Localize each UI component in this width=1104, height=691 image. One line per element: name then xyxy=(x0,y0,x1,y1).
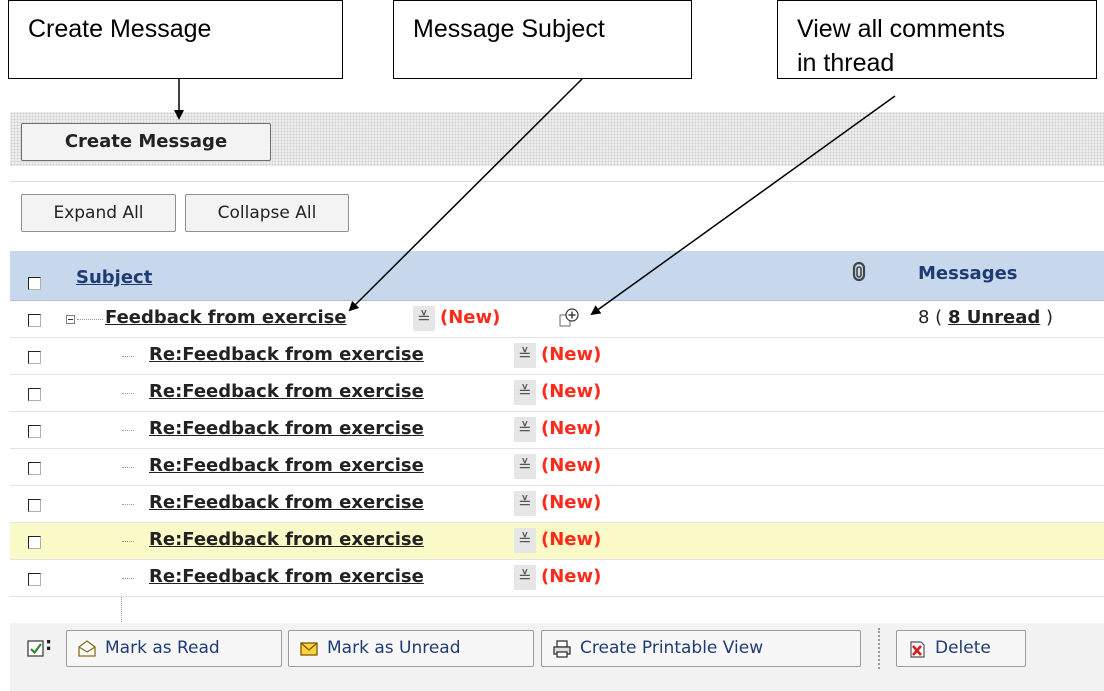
tree-connector xyxy=(122,541,134,542)
create-message-button[interactable]: Create Message xyxy=(21,123,271,161)
callout-create-message: Create Message xyxy=(8,0,343,79)
reply-subject-link[interactable]: Re:Feedback from exercise xyxy=(149,492,424,513)
thread-subject-link[interactable]: Feedback from exercise xyxy=(105,307,347,328)
reply-subject-link[interactable]: Re:Feedback from exercise xyxy=(149,529,424,550)
tree-connector xyxy=(122,393,134,394)
new-tag: (New) xyxy=(541,529,602,550)
tree-connector xyxy=(122,504,134,505)
printer-icon xyxy=(553,640,571,658)
count-prefix: 8 ( xyxy=(918,307,943,328)
mark-as-read-label: Mark as Read xyxy=(105,638,220,658)
subject-column-header[interactable]: Subject xyxy=(76,267,152,288)
table-header: Subject Messages xyxy=(10,251,1104,301)
select-all-checkbox[interactable] xyxy=(28,277,41,290)
thread-row: Feedback from exercise ≚ (New) 8 ( 8 Unr… xyxy=(10,301,1104,338)
callout-thread-text-line2: in thread xyxy=(797,49,895,77)
create-printable-view-button[interactable]: Create Printable View xyxy=(541,630,861,667)
new-tag: (New) xyxy=(541,381,602,402)
callout-message-subject: Message Subject xyxy=(393,0,692,79)
reply-row: Re:Feedback from exercise ≚ (New) xyxy=(10,560,1104,597)
mark-as-read-button[interactable]: Mark as Read xyxy=(66,630,282,667)
new-tag: (New) xyxy=(541,492,602,513)
reply-row: Re:Feedback from exercise ≚ (New) xyxy=(10,375,1104,412)
reply-row: Re:Feedback from exercise ≚ (New) xyxy=(10,412,1104,449)
collapse-toggle-icon[interactable] xyxy=(66,315,75,324)
toolbar-separator xyxy=(878,628,880,669)
reply-subject-link[interactable]: Re:Feedback from exercise xyxy=(149,418,424,439)
menu-icon[interactable]: ≚ xyxy=(514,491,536,516)
closed-envelope-icon xyxy=(300,642,318,656)
new-tag: (New) xyxy=(541,455,602,476)
delete-icon xyxy=(910,641,925,658)
message-count: 8 ( 8 Unread ) xyxy=(918,307,1053,328)
delete-button[interactable]: Delete xyxy=(896,630,1026,667)
row-checkbox[interactable] xyxy=(28,499,41,512)
callout-subject-text: Message Subject xyxy=(413,15,605,43)
selection-colon: : xyxy=(45,634,53,655)
reply-subject-link[interactable]: Re:Feedback from exercise xyxy=(149,381,424,402)
select-checked-icon[interactable] xyxy=(27,640,45,658)
reply-subject-link[interactable]: Re:Feedback from exercise xyxy=(149,344,424,365)
menu-icon[interactable]: ≚ xyxy=(514,454,536,479)
callout-view-thread: View all comments in thread xyxy=(777,0,1097,79)
menu-icon[interactable]: ≚ xyxy=(514,417,536,442)
tree-connector xyxy=(122,356,134,357)
tree-connector xyxy=(77,319,103,320)
collapse-all-button[interactable]: Collapse All xyxy=(185,194,349,232)
row-checkbox[interactable] xyxy=(28,351,41,364)
paperclip-icon xyxy=(852,261,866,282)
reply-row-highlighted: Re:Feedback from exercise ≚ (New) xyxy=(10,523,1104,560)
reply-row: Re:Feedback from exercise ≚ (New) xyxy=(10,449,1104,486)
tree-connector xyxy=(122,430,134,431)
mark-as-unread-button[interactable]: Mark as Unread xyxy=(288,630,534,667)
menu-icon[interactable]: ≚ xyxy=(514,528,536,553)
messages-column-header: Messages xyxy=(918,263,1018,284)
new-tag: (New) xyxy=(541,418,602,439)
new-tag: (New) xyxy=(541,344,602,365)
reply-row: Re:Feedback from exercise ≚ (New) xyxy=(10,486,1104,523)
expand-all-button[interactable]: Expand All xyxy=(21,194,176,232)
row-checkbox[interactable] xyxy=(28,536,41,549)
menu-icon[interactable]: ≚ xyxy=(413,306,435,331)
count-suffix: ) xyxy=(1046,307,1054,328)
new-tag: (New) xyxy=(541,566,602,587)
view-thread-icon[interactable] xyxy=(558,307,580,329)
row-checkbox[interactable] xyxy=(28,462,41,475)
callout-thread-text-line1: View all comments xyxy=(797,15,1005,43)
callout-create-text: Create Message xyxy=(28,15,212,43)
menu-icon[interactable]: ≚ xyxy=(514,380,536,405)
row-checkbox[interactable] xyxy=(28,573,41,586)
reply-subject-link[interactable]: Re:Feedback from exercise xyxy=(149,566,424,587)
reply-subject-link[interactable]: Re:Feedback from exercise xyxy=(149,455,424,476)
mark-as-unread-label: Mark as Unread xyxy=(327,638,461,658)
tree-connector xyxy=(122,467,134,468)
new-tag: (New) xyxy=(440,307,501,328)
tree-connector xyxy=(122,578,134,579)
row-checkbox[interactable] xyxy=(28,425,41,438)
menu-icon[interactable]: ≚ xyxy=(514,343,536,368)
row-checkbox[interactable] xyxy=(28,314,41,327)
divider xyxy=(10,181,1104,182)
open-envelope-icon xyxy=(78,640,96,657)
create-printable-view-label: Create Printable View xyxy=(580,638,764,658)
reply-row: Re:Feedback from exercise ≚ (New) xyxy=(10,338,1104,375)
delete-label: Delete xyxy=(935,638,991,658)
menu-icon[interactable]: ≚ xyxy=(514,565,536,590)
unread-link[interactable]: 8 Unread xyxy=(948,307,1040,328)
row-checkbox[interactable] xyxy=(28,388,41,401)
